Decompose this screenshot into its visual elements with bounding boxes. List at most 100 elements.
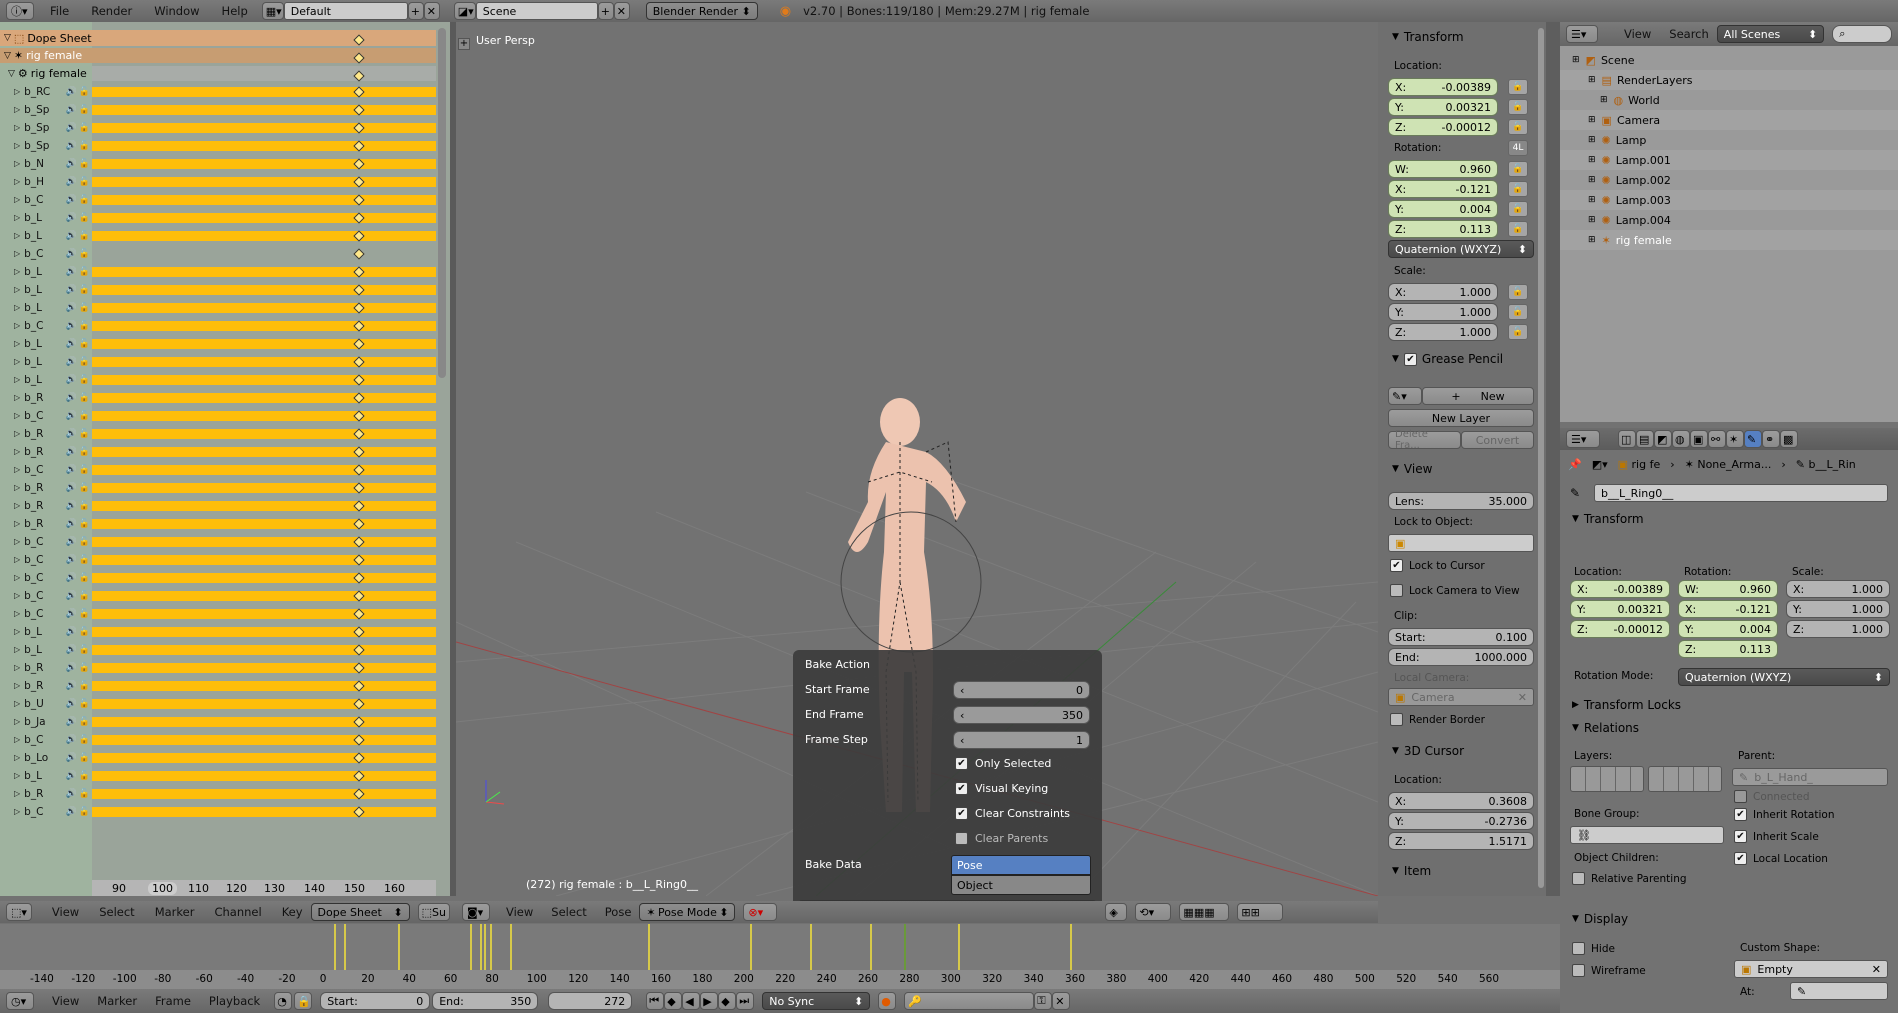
expand-icon[interactable]: ⊞ [1588,115,1596,125]
editor-type-button[interactable]: ☰▾ [1566,25,1598,43]
connected-checkbox[interactable]: Connected [1734,790,1810,803]
lock-icon[interactable]: 🔓 [1508,304,1528,320]
bone-channel[interactable]: ▷ b_C 🔊 🔓 [0,408,92,423]
pin-icon[interactable]: 📌 [1568,458,1582,471]
render-tab-icon[interactable]: ◫ [1618,430,1636,448]
inherit-scale-checkbox[interactable]: ✔ Inherit Scale [1734,830,1819,843]
insert-keyframe-icon[interactable]: ⚿ [1034,992,1053,1010]
bone-channel[interactable]: ▷ b_R 🔊 🔓 [0,786,92,801]
timeline-menu-playback[interactable]: Playback [209,994,260,1008]
bone-channel[interactable]: ▷ b_C 🔊 🔓 [0,804,92,819]
clip-end-field[interactable]: End: 1000.000 [1388,648,1534,666]
menu-help[interactable]: Help [222,4,248,18]
n-transform-header[interactable]: ▼ Transform [1392,30,1464,44]
outliner-item[interactable]: ⊞ ◩ Scene [1560,50,1898,70]
n-location-z[interactable]: Z: -0.00012 [1388,118,1498,136]
lock-icon[interactable]: 🔓 [1508,221,1528,237]
custom-shape-field[interactable]: ▣ Empty ✕ [1734,960,1888,978]
bone-channel[interactable]: ▷ b_L 🔊 🔓 [0,642,92,657]
bone-channel[interactable]: ▷ b_Sp 🔊 🔓 [0,120,92,135]
outliner-search-input[interactable]: ⌕ [1832,25,1893,43]
bone-channel[interactable]: ▷ b_R 🔊 🔓 [0,480,92,495]
bone-constraints-tab-icon[interactable]: ⚭ [1762,430,1780,448]
n-location-x[interactable]: X: -0.00389 [1388,78,1498,96]
menu-file[interactable]: File [50,4,69,18]
bone-scale-field[interactable]: Y: 1.000 [1786,600,1890,618]
mode-dropdown[interactable]: ✶ Pose Mode ⬍ [639,903,736,921]
bone-channel[interactable]: ▷ b_L 🔊 🔓 [0,372,92,387]
clear-constraints-checkbox[interactable]: ✔ Clear Constraints [955,807,1070,820]
dopesheet-menu-marker[interactable]: Marker [155,905,195,919]
bone-channel[interactable]: ▷ b_L 🔊 🔓 [0,336,92,351]
clip-start-field[interactable]: Start: 0.100 [1388,628,1534,646]
outliner-menu-view[interactable]: View [1624,27,1651,41]
dopesheet-summary-row[interactable]: ▽ ⬚ Dope Sheet [0,30,436,46]
bone-channel[interactable]: ▷ b_R 🔊 🔓 [0,660,92,675]
timeline-menu-view[interactable]: View [52,994,79,1008]
grease-pencil-header[interactable]: ▼ ✔ Grease Pencil [1392,352,1503,366]
bone-channel[interactable]: ▷ b_C 🔊 🔓 [0,606,92,621]
lock-icon[interactable]: 🔓 [1508,324,1528,340]
bone-channel[interactable]: ▷ b_L 🔊 🔓 [0,768,92,783]
bone-rotation-field[interactable]: Y: 0.004 [1678,620,1778,638]
lock-camera-checkbox[interactable]: Lock Camera to View [1390,584,1520,597]
bone-channel[interactable]: ▷ b_C 🔊 🔓 [0,552,92,567]
bone-channel[interactable]: ▷ b_L 🔊 🔓 [0,282,92,297]
outliner-item[interactable]: ⊞ ✺ Lamp [1560,130,1898,150]
outliner-menu-search[interactable]: Search [1669,27,1709,41]
n-scale-x[interactable]: X: 1.000 [1388,283,1498,301]
bone-channel[interactable]: ▷ b_C 🔊 🔓 [0,462,92,477]
keyframe-diamond[interactable] [353,248,365,260]
delete-keyframe-icon[interactable]: ✕ [1052,992,1071,1010]
view-panel-header[interactable]: ▼ View [1392,462,1432,476]
viewport-menu-view[interactable]: View [506,905,533,919]
hide-checkbox[interactable]: Hide [1572,942,1615,955]
bone-channel[interactable]: ▷ b_H 🔊 🔓 [0,174,92,189]
end-frame-field[interactable]: ‹ 350 [953,706,1090,724]
bone-channel[interactable]: ▷ b_C 🔊 🔓 [0,588,92,603]
bone-rotation-field[interactable]: W: 0.960 [1678,580,1778,598]
expand-icon[interactable]: ⊞ [1600,95,1608,105]
dopesheet-action-row[interactable]: ▽ ⚙ rig female [0,66,92,81]
outliner-item[interactable]: ⊞ ✺ Lamp.002 [1560,170,1898,190]
local-camera-field[interactable]: ▣ Camera ✕ [1388,688,1534,706]
dopesheet-scrollbar[interactable] [438,28,446,378]
object-tab-icon[interactable]: ▣ [1690,430,1708,448]
bone-channel[interactable]: ▷ b_R 🔊 🔓 [0,516,92,531]
cursor-x-field[interactable]: X: 0.3608 [1388,792,1534,810]
n-rotation-mode-dropdown[interactable]: Quaternion (WXYZ) ⬍ [1388,240,1534,258]
cursor-z-field[interactable]: Z: 1.5171 [1388,832,1534,850]
scene-field[interactable]: Scene [475,2,598,20]
manipulator-icon[interactable]: ⟲▾ [1135,903,1172,921]
timeline-menu-frame[interactable]: Frame [155,994,191,1008]
n-location-y[interactable]: Y: 0.00321 [1388,98,1498,116]
scene-tab-icon[interactable]: ◩ [1654,430,1672,448]
bone-channel[interactable]: ▷ b_C 🔊 🔓 [0,534,92,549]
bone-channel[interactable]: ▷ b_L 🔊 🔓 [0,210,92,225]
dopesheet-ruler[interactable]: 90 100 110 120 130 140 150 160 [92,880,436,896]
menu-window[interactable]: Window [154,4,199,18]
viewport-menu-select[interactable]: Select [551,905,586,919]
at-field[interactable]: ✎ [1790,982,1888,1000]
editor-type-button[interactable]: ☰▾ [1566,430,1600,448]
world-tab-icon[interactable]: ◍ [1672,430,1690,448]
item-panel-header[interactable]: ▼ Item [1392,864,1431,878]
bone-channel[interactable]: ▷ b_C 🔊 🔓 [0,192,92,207]
n-scale-y[interactable]: Y: 1.000 [1388,303,1498,321]
start-frame-field[interactable]: Start: 0 [320,992,431,1010]
bone-channel[interactable]: ▷ b_R 🔊 🔓 [0,390,92,405]
cursor-panel-header[interactable]: ▼ 3D Cursor [1392,744,1464,758]
lock-object-field[interactable]: ▣ [1388,534,1534,552]
outliner-item[interactable]: ⊞ ✺ Lamp.003 [1560,190,1898,210]
expand-icon[interactable]: ⊞ [1588,215,1596,225]
bone-rotation-mode-dropdown[interactable]: Quaternion (WXYZ) ⬍ [1678,668,1890,686]
bone-channel[interactable]: ▷ b_Lo 🔊 🔓 [0,750,92,765]
bone-location-field[interactable]: Y: 0.00321 [1570,600,1670,618]
next-keyframe-icon[interactable]: ◆ [718,992,737,1010]
outliner-item[interactable]: ⊞ ▣ Camera [1560,110,1898,130]
convert-button[interactable]: Convert [1461,431,1534,449]
bone-channel[interactable]: ▷ b_L 🔊 🔓 [0,354,92,369]
only-selected-checkbox[interactable]: ✔ Only Selected [955,757,1051,770]
visual-keying-checkbox[interactable]: ✔ Visual Keying [955,782,1048,795]
cursor-y-field[interactable]: Y: -0.2736 [1388,812,1534,830]
